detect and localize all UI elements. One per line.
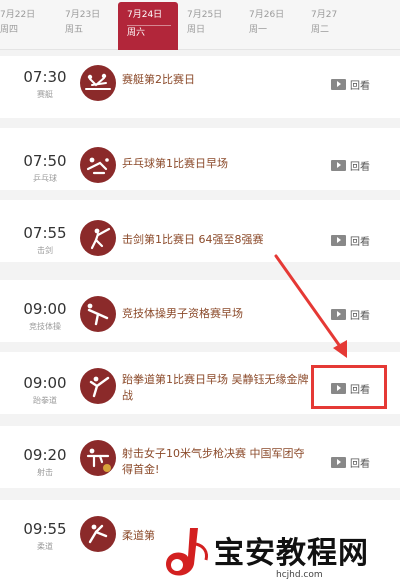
weekday-label: 周日	[187, 25, 206, 36]
taekwondo-icon	[80, 368, 116, 404]
schedule-row[interactable]: 07:55 击剑 击剑第1比赛日 64强至8强赛 回看	[0, 200, 400, 268]
schedule-row[interactable]: 07:30 赛艇 赛艇第2比赛日 回看	[0, 56, 400, 124]
weekday-label: 周二	[311, 25, 330, 36]
event-time: 09:00	[23, 374, 67, 392]
replay-label: 回看	[350, 310, 370, 322]
judo-icon	[80, 516, 116, 552]
date-label: 7月26日	[249, 10, 285, 20]
sport-name: 跆拳道	[33, 396, 57, 405]
replay-label: 回看	[350, 458, 370, 470]
shooting-icon	[80, 440, 116, 476]
row-divider	[0, 262, 400, 268]
sport-name: 乒乓球	[33, 174, 57, 183]
fencing-icon	[80, 220, 116, 256]
event-title: 竞技体操男子资格赛早场	[122, 307, 243, 320]
gymnastics-icon	[80, 296, 116, 332]
event-time: 07:55	[23, 224, 67, 242]
date-tab-3[interactable]: 7月25日 周日	[178, 0, 240, 50]
watermark-logo-icon	[166, 528, 208, 576]
watermark-url: hcjhd.com	[276, 570, 323, 580]
annotation-highlight-box	[311, 365, 387, 409]
date-strip: 7月22日 周四 7月23日 周五 7月24日 周六 7月25日 周日 7月26…	[0, 0, 400, 50]
event-time: 07:30	[23, 68, 67, 86]
schedule-row[interactable]: 09:20 射击 射击女子10米气步枪决赛 中国军团夺得首金! 回看	[0, 426, 400, 494]
table-tennis-icon	[80, 147, 116, 183]
event-time: 09:55	[23, 520, 67, 538]
row-divider	[0, 488, 400, 494]
weekday-label: 周四	[0, 25, 19, 36]
event-title: 跆拳道第1比赛日早场 吴静钰无缘金牌战	[122, 373, 309, 402]
play-icon	[331, 78, 346, 90]
date-label: 7月27	[311, 10, 338, 20]
weekday-label: 周一	[249, 25, 268, 36]
replay-button[interactable]: 回看	[331, 455, 370, 470]
weekday-label: 周六	[127, 28, 146, 39]
play-icon	[331, 159, 346, 171]
sport-name: 射击	[37, 468, 53, 477]
replay-label: 回看	[350, 236, 370, 248]
rowing-icon	[80, 65, 116, 101]
date-tab-5[interactable]: 7月27 周二	[302, 0, 364, 50]
event-title: 赛艇第2比赛日	[122, 73, 195, 86]
replay-button[interactable]: 回看	[331, 233, 370, 248]
watermark: 宝安教程网 hcjhd.com	[160, 520, 400, 588]
watermark-name: 宝安教程网	[214, 536, 369, 571]
event-title: 击剑第1比赛日 64强至8强赛	[122, 233, 264, 246]
row-divider	[0, 118, 400, 124]
date-label: 7月22日	[0, 10, 36, 20]
row-divider	[0, 342, 400, 348]
replay-button[interactable]: 回看	[331, 77, 370, 92]
date-label: 7月25日	[187, 10, 223, 20]
date-label: 7月24日	[127, 8, 171, 27]
play-icon	[331, 234, 346, 246]
date-label: 7月23日	[65, 10, 101, 20]
schedule-row[interactable]: 07:50 乒乓球 乒乓球第1比赛日早场 回看	[0, 128, 400, 196]
replay-label: 回看	[350, 80, 370, 92]
play-icon	[331, 308, 346, 320]
event-time: 09:20	[23, 446, 67, 464]
row-divider	[0, 190, 400, 196]
sport-name: 击剑	[37, 246, 53, 255]
row-divider	[0, 414, 400, 420]
sport-name: 赛艇	[37, 90, 53, 99]
date-tab-1[interactable]: 7月23日 周五	[56, 0, 118, 50]
event-time: 09:00	[23, 300, 67, 318]
screen-root: 7月22日 周四 7月23日 周五 7月24日 周六 7月25日 周日 7月26…	[0, 0, 400, 588]
date-tab-2-selected[interactable]: 7月24日 周六	[118, 2, 178, 50]
date-tab-0[interactable]: 7月22日 周四	[0, 0, 56, 50]
sport-name: 竞技体操	[29, 322, 61, 331]
replay-button[interactable]: 回看	[331, 158, 370, 173]
replay-label: 回看	[350, 161, 370, 173]
event-title: 射击女子10米气步枪决赛 中国军团夺得首金!	[122, 447, 305, 476]
event-time: 07:50	[23, 152, 67, 170]
event-title: 乒乓球第1比赛日早场	[122, 157, 228, 170]
replay-button[interactable]: 回看	[331, 307, 370, 322]
date-tab-4[interactable]: 7月26日 周一	[240, 0, 302, 50]
sport-name: 柔道	[37, 542, 53, 551]
play-icon	[331, 456, 346, 468]
schedule-row[interactable]: 09:00 竞技体操 竞技体操男子资格赛早场 回看	[0, 280, 400, 348]
weekday-label: 周五	[65, 25, 84, 36]
